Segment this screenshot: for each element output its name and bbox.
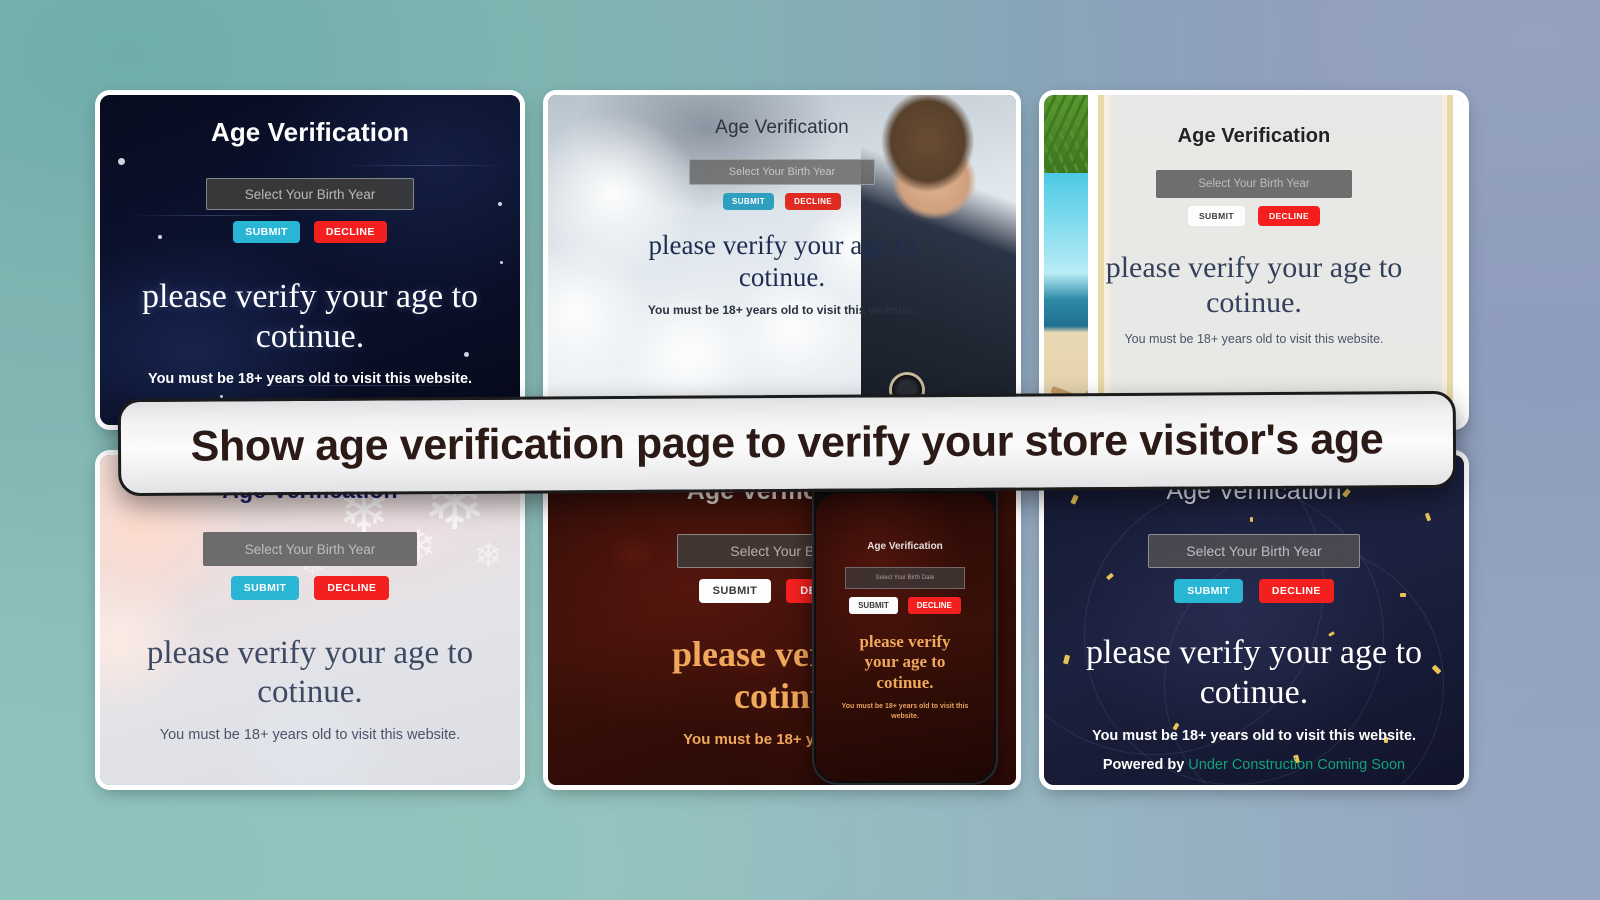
- verify-heading: please verify your age to cotinue.: [134, 634, 487, 711]
- template-card-beach-theme[interactable]: Age Verification Select Your Birth Year …: [1044, 95, 1464, 425]
- action-buttons: SUBMIT DECLINE: [723, 193, 841, 210]
- verify-line-1: please verify your age to: [141, 278, 479, 315]
- decline-button[interactable]: DECLINE: [313, 221, 387, 243]
- mobile-action-buttons: SUBMIT DECLINE: [849, 597, 961, 614]
- verify-line-1: please verify your age to: [1085, 634, 1423, 671]
- submit-button[interactable]: SUBMIT: [723, 193, 775, 210]
- headline-text: Show age verification page to verify you…: [190, 415, 1384, 471]
- submit-button[interactable]: SUBMIT: [1174, 579, 1243, 603]
- verify-line-2: cotinue.: [738, 261, 826, 292]
- age-requirement-text: You must be 18+ years old to visit this …: [159, 727, 461, 744]
- phone-screen: Age Verification Select Your Birth Date …: [816, 493, 994, 781]
- decline-button[interactable]: DECLINE: [785, 193, 841, 210]
- verify-line-1: please verify your age to: [1105, 251, 1403, 284]
- template-card-winter-theme[interactable]: ❄ ❄ ❄ ❄ ❄ Age Verification Select Your B…: [100, 455, 520, 785]
- verify-line-2: cotinue.: [255, 317, 365, 355]
- mobile-verify-line-2: your age to: [864, 652, 946, 672]
- verify-heading: please verify your age to cotinue.: [585, 230, 978, 293]
- age-requirement-text: You must be 18+ years old to visit this …: [147, 370, 473, 387]
- decline-button[interactable]: DECLINE: [314, 576, 390, 600]
- submit-button[interactable]: SUBMIT: [698, 579, 772, 603]
- submit-button[interactable]: SUBMIT: [230, 576, 300, 600]
- mobile-birth-date-select[interactable]: Select Your Birth Date: [845, 567, 965, 589]
- page-title: Age Verification: [210, 117, 410, 147]
- template-card-night-theme[interactable]: Age Verification Select Your Birth Year …: [1044, 455, 1464, 785]
- verify-heading: please verify your age to cotinue.: [1078, 250, 1431, 320]
- decline-button[interactable]: DECLINE: [1258, 579, 1334, 603]
- template-card-business-theme[interactable]: Age Verification Select Your Birth Year …: [548, 95, 1016, 425]
- birth-year-select[interactable]: Select Your Birth Year: [203, 532, 417, 566]
- mobile-preview-mockup: Age Verification Select Your Birth Date …: [812, 469, 998, 785]
- page-title: Age Verification: [1177, 125, 1331, 147]
- powered-by-label: Powered by: [1102, 756, 1185, 773]
- mobile-age-requirement-text: You must be 18+ years old to visit this …: [841, 703, 969, 721]
- headline-banner: Show age verification page to verify you…: [117, 390, 1457, 497]
- verify-line-2: cotinue.: [1199, 673, 1309, 711]
- powered-by-row: Powered by Under Construction Coming Soo…: [1103, 757, 1405, 773]
- age-requirement-text: You must be 18+ years old to visit this …: [1124, 332, 1384, 347]
- template-card-responsive-theme[interactable]: Age Verification Select Your Birth SUBMI…: [548, 455, 1016, 785]
- birth-year-select[interactable]: Select Your Birth Year: [1156, 170, 1352, 198]
- verify-line-1: please verify your age to: [146, 635, 474, 671]
- action-buttons: SUBMIT DECLINE: [230, 576, 390, 600]
- action-buttons: SUBMIT DECLINE: [1187, 206, 1321, 226]
- mobile-verify-line-3: cotinue.: [876, 672, 934, 692]
- birth-year-select[interactable]: Select Your Birth Year: [1148, 534, 1360, 568]
- powered-by-link[interactable]: Under Construction Coming Soon: [1188, 757, 1405, 773]
- action-buttons: SUBMIT DECLINE: [233, 221, 387, 243]
- template-card-space-theme[interactable]: Age Verification Select Your Birth Year …: [100, 95, 520, 425]
- action-buttons: SUBMIT DECLINE: [1174, 579, 1334, 603]
- age-requirement-text: You must be 18+ years old to visit this …: [1091, 727, 1417, 744]
- verify-heading: please verify your age to cotinue.: [134, 277, 487, 357]
- verify-line-2: cotinue.: [1206, 286, 1302, 320]
- mobile-verify-heading: please verify your age to cotinue.: [836, 632, 975, 693]
- birth-year-select[interactable]: Select Your Birth Year: [689, 159, 875, 185]
- birth-year-select[interactable]: Select Your Birth Year: [206, 178, 414, 210]
- mobile-page-title: Age Verification: [867, 541, 943, 552]
- verify-line-1: please verify your age to: [648, 230, 916, 260]
- mobile-submit-button[interactable]: SUBMIT: [849, 597, 898, 614]
- age-requirement-text: You must be 18+ years old to visit this …: [647, 303, 917, 318]
- submit-button[interactable]: SUBMIT: [233, 221, 300, 243]
- decline-button[interactable]: DECLINE: [1257, 206, 1321, 226]
- verify-heading: please verify your age to cotinue.: [1078, 633, 1431, 713]
- page-title: Age Verification: [715, 117, 849, 138]
- mobile-verify-line-1: please verify: [859, 632, 951, 651]
- verify-line-2: cotinue.: [257, 673, 363, 710]
- submit-button[interactable]: SUBMIT: [1187, 206, 1245, 226]
- mobile-decline-button[interactable]: DECLINE: [907, 597, 961, 614]
